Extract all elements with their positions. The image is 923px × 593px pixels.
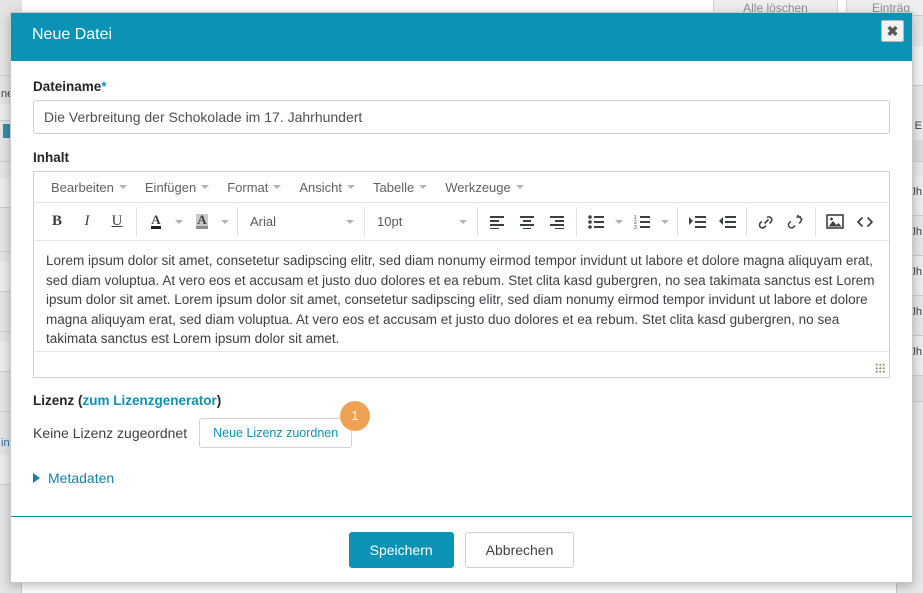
chevron-down-icon	[221, 220, 229, 224]
font-size-value: 10pt	[377, 214, 402, 229]
lizenzgenerator-link[interactable]: zum Lizenzgenerator	[83, 393, 217, 408]
outdent-icon[interactable]	[712, 208, 742, 236]
unlink-icon[interactable]	[781, 208, 811, 236]
dateiname-input[interactable]	[33, 100, 890, 134]
chevron-down-icon	[615, 220, 623, 224]
required-marker: *	[101, 79, 106, 94]
chevron-down-icon	[419, 185, 427, 189]
toolbar-group-lists: 123	[577, 207, 678, 237]
editor-toolbar: B I U A A Arial	[34, 203, 889, 241]
dateiname-label-text: Dateiname	[33, 79, 101, 94]
underline-glyph: U	[112, 213, 123, 230]
assign-new-license-button[interactable]: Neue Lizenz zuordnen	[199, 418, 352, 448]
toolbar-group-indent	[678, 207, 747, 237]
chevron-down-icon	[459, 220, 467, 224]
text-color-chevron-down-icon[interactable]	[171, 208, 187, 236]
underline-icon[interactable]: U	[102, 208, 132, 236]
toolbar-group-fontsize: 10pt	[365, 207, 478, 237]
dateiname-label: Dateiname*	[33, 79, 890, 94]
lizenz-label-prefix: Lizenz (	[33, 393, 83, 408]
menu-werkzeuge[interactable]: Werkzeuge	[436, 175, 533, 200]
italic-icon[interactable]: I	[72, 208, 102, 236]
forecolor-glyph: A	[151, 214, 160, 229]
svg-text:3: 3	[634, 225, 637, 229]
bold-icon[interactable]: B	[42, 208, 72, 236]
dialog-header: Neue Datei ✖	[11, 13, 912, 61]
rich-text-editor: Bearbeiten Einfügen Format Ansicht Tabel…	[33, 171, 890, 378]
highlight-color-icon[interactable]: A	[187, 208, 217, 236]
dialog-title: Neue Datei	[32, 26, 112, 44]
toolbar-group-color: A A	[137, 207, 238, 237]
bullet-list-icon[interactable]	[581, 208, 611, 236]
menu-werkzeuge-label: Werkzeuge	[445, 175, 511, 200]
backcolor-glyph: A	[196, 214, 207, 229]
chevron-down-icon	[347, 185, 355, 189]
menu-format[interactable]: Format	[218, 175, 290, 200]
align-right-icon[interactable]	[542, 208, 572, 236]
image-icon[interactable]	[820, 208, 850, 236]
menu-bearbeiten-label: Bearbeiten	[51, 175, 114, 200]
text-color-icon[interactable]: A	[141, 208, 171, 236]
align-left-icon[interactable]	[482, 208, 512, 236]
close-icon[interactable]: ✖	[881, 20, 904, 42]
dialog-body: Dateiname* Inhalt Bearbeiten Einfügen Fo…	[11, 61, 912, 516]
editor-menubar: Bearbeiten Einfügen Format Ansicht Tabel…	[34, 172, 889, 203]
metadaten-label: Metadaten	[48, 470, 114, 486]
bullet-list-chevron-down-icon[interactable]	[611, 208, 627, 236]
inhalt-label: Inhalt	[33, 150, 890, 165]
menu-format-label: Format	[227, 175, 268, 200]
triangle-right-icon	[33, 473, 40, 483]
indent-icon[interactable]	[682, 208, 712, 236]
numbered-list-icon[interactable]: 123	[627, 208, 657, 236]
menu-tabelle-label: Tabelle	[373, 175, 414, 200]
menu-einfuegen[interactable]: Einfügen	[136, 175, 218, 200]
dialog-footer: Speichern Abbrechen	[11, 516, 912, 582]
font-family-value: Arial	[250, 214, 276, 229]
chevron-down-icon	[119, 185, 127, 189]
step-badge: 1	[340, 401, 370, 431]
lizenz-assign-row: Keine Lizenz zugeordnet Neue Lizenz zuor…	[33, 418, 890, 448]
chevron-down-icon	[201, 185, 209, 189]
editor-statusbar	[34, 351, 889, 377]
toolbar-group-format: B I U	[38, 207, 137, 237]
lizenz-section: Lizenz (zum Lizenzgenerator) Keine Lizen…	[33, 393, 890, 448]
menu-einfuegen-label: Einfügen	[145, 175, 196, 200]
save-button[interactable]: Speichern	[349, 532, 454, 568]
font-size-select[interactable]: 10pt	[369, 208, 473, 236]
lizenz-label: Lizenz (zum Lizenzgenerator)	[33, 393, 890, 408]
lizenz-label-suffix: )	[217, 393, 222, 408]
lizenz-status-text: Keine Lizenz zugeordnet	[33, 425, 187, 441]
numbered-list-chevron-down-icon[interactable]	[657, 208, 673, 236]
toolbar-group-font: Arial	[238, 207, 365, 237]
chevron-down-icon	[273, 185, 281, 189]
highlight-color-chevron-down-icon[interactable]	[217, 208, 233, 236]
metadaten-toggle[interactable]: Metadaten	[33, 470, 114, 486]
cancel-button[interactable]: Abbrechen	[465, 532, 575, 568]
chevron-down-icon	[516, 185, 524, 189]
menu-bearbeiten[interactable]: Bearbeiten	[42, 175, 136, 200]
italic-glyph: I	[85, 213, 90, 230]
align-center-icon[interactable]	[512, 208, 542, 236]
menu-ansicht[interactable]: Ansicht	[290, 175, 364, 200]
menu-tabelle[interactable]: Tabelle	[364, 175, 436, 200]
background-right-row-label: E	[915, 120, 922, 132]
new-file-dialog: Neue Datei ✖ Dateiname* Inhalt Bearbeite…	[10, 12, 913, 583]
chevron-down-icon	[346, 220, 354, 224]
resize-handle[interactable]	[875, 363, 886, 374]
chevron-down-icon	[175, 220, 183, 224]
bold-glyph: B	[52, 213, 62, 230]
menu-ansicht-label: Ansicht	[299, 175, 342, 200]
font-family-select[interactable]: Arial	[242, 208, 360, 236]
source-code-icon[interactable]	[850, 208, 880, 236]
toolbar-group-link	[747, 207, 816, 237]
toolbar-group-align	[478, 207, 577, 237]
toolbar-group-insert	[816, 207, 884, 237]
link-icon[interactable]	[751, 208, 781, 236]
editor-paragraph: Lorem ipsum dolor sit amet, consetetur s…	[46, 251, 877, 349]
editor-content-area[interactable]: Lorem ipsum dolor sit amet, consetetur s…	[34, 241, 889, 351]
chevron-down-icon	[661, 220, 669, 224]
